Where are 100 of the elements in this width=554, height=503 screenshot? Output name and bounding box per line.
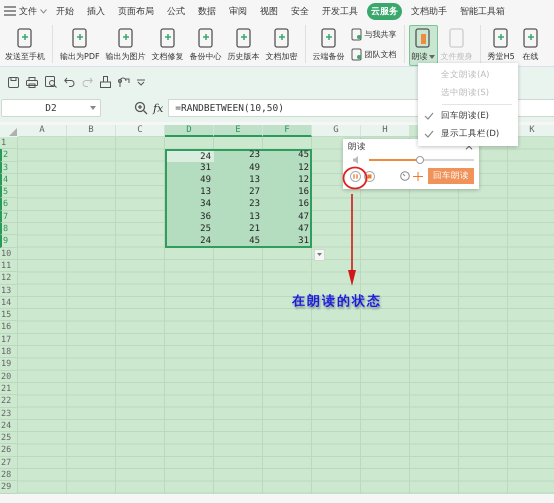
- pin-icon[interactable]: [413, 172, 423, 180]
- menu-tab[interactable]: 公式: [163, 2, 189, 20]
- menu-tab[interactable]: 页面布局: [114, 2, 158, 20]
- table-cell-text: 31: [297, 235, 310, 248]
- table-cell-text: 23: [248, 198, 261, 211]
- table-cell-text: 24: [199, 235, 212, 248]
- document-icon: [350, 28, 363, 40]
- menu-tab[interactable]: 视图: [256, 2, 282, 20]
- row-header[interactable]: 11: [0, 260, 18, 272]
- row-header[interactable]: 14: [0, 296, 18, 310]
- column-header[interactable]: A: [18, 125, 67, 137]
- menu-tab[interactable]: 文档助手: [407, 2, 451, 20]
- row-header[interactable]: 2: [0, 149, 18, 162]
- row-header[interactable]: 19: [0, 358, 18, 371]
- row-header[interactable]: 29: [0, 481, 18, 494]
- menu-tab[interactable]: 智能工具箱: [456, 2, 509, 20]
- row-header[interactable]: 15: [0, 309, 18, 322]
- row-header[interactable]: 22: [0, 395, 18, 408]
- table-cell: 24: [167, 151, 214, 162]
- row-header[interactable]: 17: [0, 334, 18, 346]
- menu-tab[interactable]: 安全: [287, 2, 313, 20]
- table-cell-text: 45: [248, 235, 261, 248]
- ribbon-button[interactable]: 输出为图片: [102, 25, 149, 66]
- menu-tab[interactable]: 开发工具: [318, 2, 362, 20]
- table-cell-text: 27: [248, 186, 261, 198]
- column-header[interactable]: G: [312, 125, 361, 137]
- row-header[interactable]: 28: [0, 469, 18, 482]
- column-header[interactable]: H: [361, 125, 410, 137]
- menu-tab[interactable]: 云服务: [367, 2, 402, 20]
- table-cell-text: 16: [297, 186, 310, 198]
- table-cell-text: 47: [297, 210, 310, 224]
- pause-button[interactable]: [350, 170, 361, 182]
- row-header[interactable]: 3: [0, 162, 18, 174]
- annotation-text: 在朗读的状态: [292, 292, 382, 310]
- ribbon-button[interactable]: 与我共享: [348, 26, 400, 42]
- ribbon-button[interactable]: 团队文档: [348, 46, 400, 62]
- column-header[interactable]: B: [67, 125, 116, 137]
- format-painter-icon[interactable]: [100, 76, 111, 88]
- name-box[interactable]: D2: [1, 99, 101, 117]
- row-header[interactable]: 27: [0, 456, 18, 470]
- row-header[interactable]: 16: [0, 321, 18, 334]
- row-header[interactable]: 10: [0, 248, 18, 260]
- autofill-options-button[interactable]: [314, 248, 325, 261]
- caret-icon[interactable]: [40, 8, 47, 14]
- zoom-icon[interactable]: [134, 101, 148, 115]
- row-header[interactable]: 26: [0, 444, 18, 457]
- row-header[interactable]: 23: [0, 408, 18, 420]
- highlight-circle: [342, 166, 368, 190]
- row-header[interactable]: 1: [0, 137, 18, 150]
- table-cell-text: 12: [297, 162, 310, 174]
- ribbon-button[interactable]: 文档修复: [148, 25, 187, 66]
- row-header[interactable]: 8: [0, 223, 18, 236]
- caret-icon[interactable]: [137, 78, 145, 86]
- ribbon-button[interactable]: 秀堂H5: [484, 25, 518, 66]
- ribbon-button[interactable]: 朗读: [408, 25, 438, 66]
- save-icon[interactable]: [8, 76, 19, 88]
- ribbon-button[interactable]: 文档加密: [262, 25, 301, 66]
- row-header[interactable]: 6: [0, 198, 18, 211]
- table-cell-text: 13: [248, 174, 261, 186]
- fx-button[interactable]: fx: [153, 102, 164, 114]
- row-header[interactable]: 7: [0, 210, 18, 224]
- table-cell-text: 34: [199, 198, 212, 211]
- table-cell-text: 25: [199, 223, 212, 236]
- menu-icon[interactable]: [4, 6, 16, 16]
- ribbon-button[interactable]: 输出为PDF: [57, 25, 103, 66]
- undo-icon[interactable]: [64, 77, 75, 87]
- row-header[interactable]: 24: [0, 420, 18, 432]
- ribbon-button[interactable]: 在线: [518, 25, 544, 66]
- menu-tab[interactable]: 开始: [52, 2, 78, 20]
- row-header[interactable]: 5: [0, 186, 18, 198]
- file-menu[interactable]: 文件: [19, 4, 37, 18]
- menu-tab[interactable]: 审阅: [225, 2, 251, 20]
- table-cell-text: 13: [248, 210, 261, 224]
- table-cell-text: 21: [248, 223, 261, 236]
- menu-tab[interactable]: 插入: [83, 2, 109, 20]
- row-header[interactable]: 20: [0, 370, 18, 383]
- row-header[interactable]: 13: [0, 284, 18, 297]
- panel-title: 朗读: [348, 140, 366, 152]
- ribbon-button[interactable]: 发送至手机: [2, 25, 48, 66]
- document-icon: [350, 48, 363, 60]
- column-header[interactable]: C: [116, 125, 165, 137]
- table-cell-text: 49: [199, 174, 212, 186]
- table-cell-text: 12: [297, 174, 310, 186]
- ribbon-button[interactable]: 云端备份: [310, 25, 348, 66]
- row-header[interactable]: 18: [0, 346, 18, 358]
- row-header[interactable]: 4: [0, 174, 18, 186]
- table-cell-text: 31: [199, 162, 212, 174]
- ribbon-button[interactable]: 历史版本: [224, 25, 263, 66]
- print-preview-icon[interactable]: [45, 76, 57, 88]
- menu-tab[interactable]: 数据: [194, 2, 220, 20]
- table-cell-text: 36: [199, 210, 212, 224]
- row-header[interactable]: 9: [0, 235, 18, 248]
- print-icon[interactable]: [26, 76, 38, 88]
- row-header[interactable]: 21: [0, 382, 18, 396]
- row-header[interactable]: 12: [0, 272, 18, 285]
- ribbon-button[interactable]: 备份中心: [186, 25, 225, 66]
- speed-icon[interactable]: [400, 171, 410, 181]
- table-cell-text: 45: [297, 149, 310, 162]
- row-header[interactable]: 25: [0, 432, 18, 444]
- tool-icon[interactable]: [118, 76, 130, 88]
